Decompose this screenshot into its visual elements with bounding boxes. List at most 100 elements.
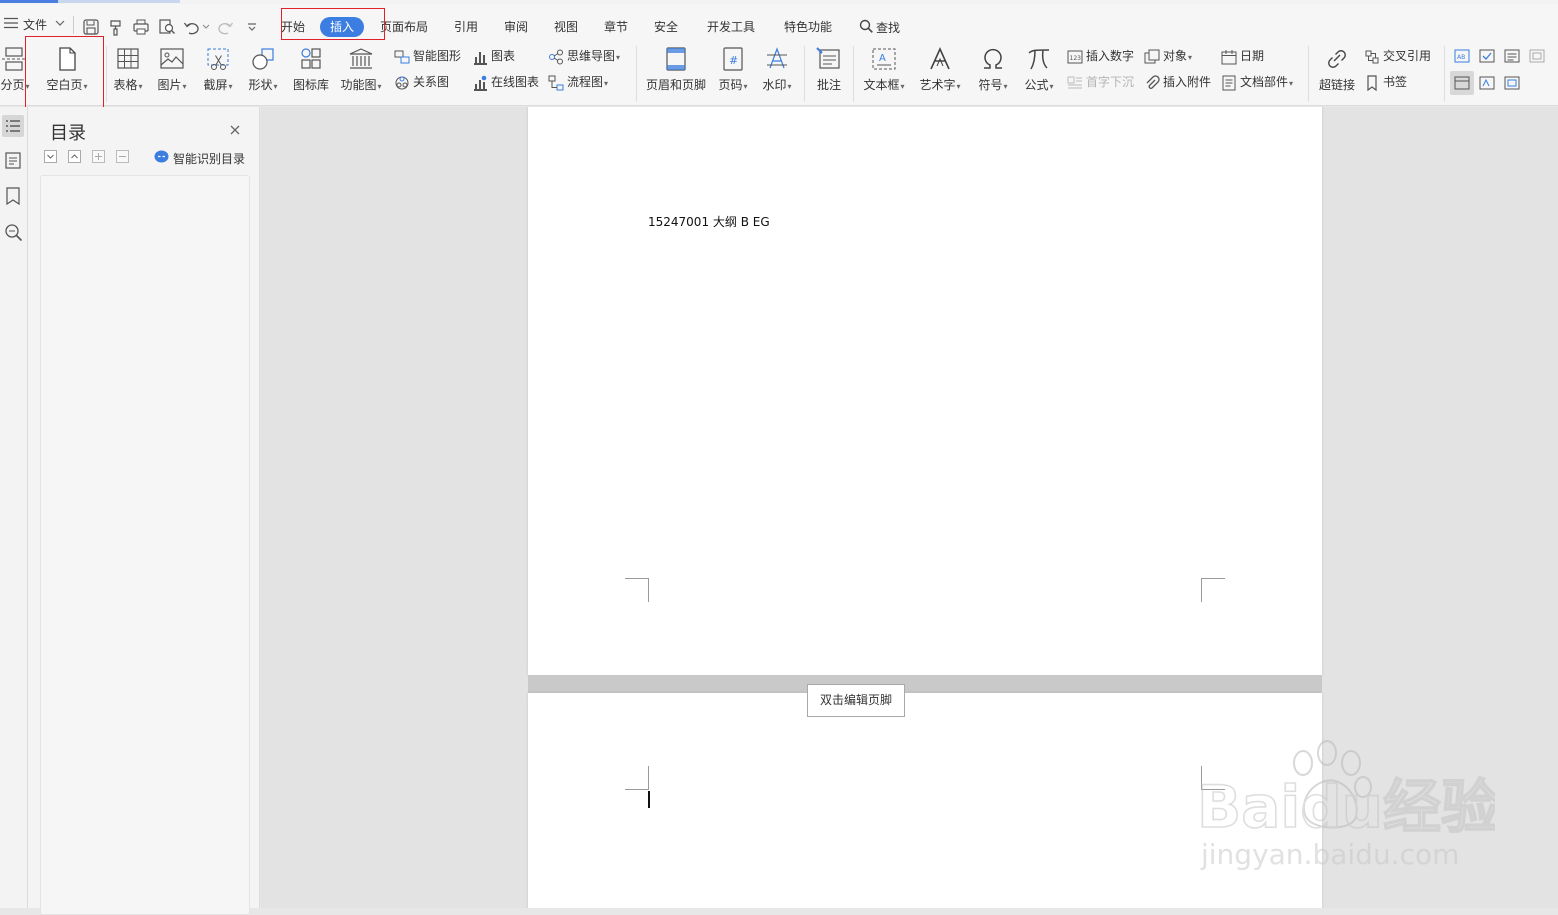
smart-toc-icon xyxy=(154,150,169,163)
watermark-button[interactable]: 水印▾ xyxy=(757,42,797,106)
dropdown-arrow-icon: ▾ xyxy=(182,82,187,91)
icon-library-button[interactable]: 图标库 xyxy=(289,42,333,106)
print-preview-icon[interactable] xyxy=(158,18,176,36)
screenshot-label: 截屏 xyxy=(203,78,228,92)
drop-cap-button[interactable]: 首字下沉 xyxy=(1067,73,1134,91)
function-chart-button[interactable]: 功能图▾ xyxy=(337,42,385,106)
undo-dropdown-icon[interactable] xyxy=(202,24,210,30)
text-direction-icon[interactable]: AB xyxy=(1453,47,1471,65)
tab-references[interactable]: 引用 xyxy=(454,20,478,34)
tab-review[interactable]: 审阅 xyxy=(504,20,528,34)
flowchart-button[interactable]: 流程图▾ xyxy=(548,73,608,91)
redo-icon[interactable] xyxy=(216,18,234,36)
smart-toc-button[interactable]: 智能识别目录 xyxy=(154,149,254,166)
menu-separator xyxy=(73,16,74,34)
word-art-button[interactable]: 艺术字▾ xyxy=(915,42,965,106)
object-icon xyxy=(1144,49,1160,65)
doc-parts-icon xyxy=(1221,75,1237,91)
text-box-button[interactable]: A 文本框▾ xyxy=(860,42,908,106)
menu-bar: 文件 开始 插入 页面布局 引用 审阅 视图 章节 安全 开发工具 特色功能 查… xyxy=(0,4,1558,42)
tab-chapter[interactable]: 章节 xyxy=(604,20,628,34)
toc-panel: 目录 智能识别目录 xyxy=(28,107,260,915)
footer-edit-tooltip[interactable]: 双击编辑页脚 xyxy=(807,684,905,717)
picture-control-icon[interactable] xyxy=(1528,47,1546,65)
undo-icon[interactable] xyxy=(183,18,201,36)
symbol-button[interactable]: 符号▾ xyxy=(973,42,1013,106)
print-icon[interactable] xyxy=(132,18,150,36)
demote-level-icon[interactable] xyxy=(116,150,129,163)
insert-attachment-label: 插入附件 xyxy=(1163,75,1212,89)
list-control-icon[interactable] xyxy=(1503,47,1521,65)
screenshot-button[interactable]: 截屏▾ xyxy=(197,42,239,106)
date-button[interactable]: 日期 xyxy=(1221,47,1264,65)
group-control-icon[interactable] xyxy=(1503,74,1521,92)
picture-button[interactable]: 图片▾ xyxy=(152,42,192,106)
object-button[interactable]: 对象▾ xyxy=(1144,47,1192,65)
document-page-1[interactable]: 15247001 大纲 B EG xyxy=(528,107,1322,675)
bar-chart-icon xyxy=(472,49,488,65)
ribbon-separator xyxy=(1308,46,1309,102)
tab-security[interactable]: 安全 xyxy=(654,20,678,34)
toc-list-area[interactable] xyxy=(40,175,250,915)
watermark-label: 水印 xyxy=(762,78,787,92)
header-footer-button[interactable]: 页眉和页脚 xyxy=(642,42,710,106)
tab-view[interactable]: 视图 xyxy=(554,20,578,34)
doc-parts-button[interactable]: 文档部件▾ xyxy=(1221,73,1293,91)
table-icon xyxy=(114,46,142,72)
document-canvas[interactable]: 15247001 大纲 B EG 双击编辑页脚 xyxy=(261,107,1558,908)
bookmark-panel-icon[interactable] xyxy=(2,185,24,207)
formula-label: 公式 xyxy=(1024,78,1049,92)
save-icon[interactable] xyxy=(82,18,100,36)
smart-shape-button[interactable]: 智能图形 xyxy=(394,47,461,65)
hyperlink-button[interactable]: 超链接 xyxy=(1313,42,1361,106)
relation-chart-label: 关系图 xyxy=(413,75,450,89)
search-label: 查找 xyxy=(876,21,901,35)
checkbox-control-icon[interactable] xyxy=(1478,47,1496,65)
properties-icon[interactable] xyxy=(1478,74,1496,92)
close-icon[interactable] xyxy=(229,124,241,136)
file-menu-label: 文件 xyxy=(23,18,48,32)
shapes-button[interactable]: 形状▾ xyxy=(243,42,283,106)
mind-map-button[interactable]: 思维导图▾ xyxy=(548,47,620,65)
pi-icon xyxy=(1025,46,1053,72)
dropdown-arrow-icon: ▾ xyxy=(377,82,382,91)
watermark-icon xyxy=(763,46,791,72)
search-button[interactable]: 查找 xyxy=(859,16,909,36)
search-icon xyxy=(859,19,873,33)
tab-developer-tools[interactable]: 开发工具 xyxy=(707,20,755,34)
cross-reference-button[interactable]: 交叉引用 xyxy=(1364,47,1431,65)
find-panel-icon[interactable] xyxy=(2,221,24,243)
insert-attachment-button[interactable]: 插入附件 xyxy=(1144,73,1211,91)
chart-button[interactable]: 图表 xyxy=(472,47,515,65)
toc-panel-icon[interactable] xyxy=(2,115,24,137)
relation-chart-button[interactable]: 关系图 xyxy=(394,73,449,91)
insert-number-button[interactable]: 123 插入数字 xyxy=(1067,47,1134,65)
expand-all-icon[interactable] xyxy=(44,150,57,163)
design-mode-toggle[interactable] xyxy=(1450,71,1474,95)
file-menu[interactable]: 文件 xyxy=(2,14,68,34)
text-cursor xyxy=(648,791,650,808)
comment-label: 批注 xyxy=(816,78,841,92)
dropdown-arrow-icon: ▾ xyxy=(900,82,905,91)
tab-special-features[interactable]: 特色功能 xyxy=(784,20,832,34)
relation-chart-icon xyxy=(394,75,410,91)
formula-button[interactable]: 公式▾ xyxy=(1019,42,1059,106)
promote-level-icon[interactable] xyxy=(92,150,105,163)
hyperlink-label: 超链接 xyxy=(1318,78,1355,92)
flowchart-icon xyxy=(548,75,564,91)
collapse-all-icon[interactable] xyxy=(68,150,81,163)
ribbon-separator xyxy=(636,46,637,102)
active-document-tab-indicator xyxy=(0,0,58,3)
page-number-button[interactable]: # 页码▾ xyxy=(713,42,753,106)
document-page-2[interactable] xyxy=(528,693,1322,908)
tab-page-layout[interactable]: 页面布局 xyxy=(380,20,428,34)
chapter-panel-icon[interactable] xyxy=(2,149,24,171)
comment-button[interactable]: 批注 xyxy=(810,42,848,106)
customize-quick-access-icon[interactable] xyxy=(243,18,261,36)
bookmark-button[interactable]: 书签 xyxy=(1364,73,1407,91)
table-button[interactable]: 表格▾ xyxy=(108,42,148,106)
format-painter-icon[interactable] xyxy=(107,18,125,36)
crop-mark-top-left xyxy=(625,766,649,790)
online-chart-button[interactable]: 在线图表 xyxy=(472,73,539,91)
ribbon-separator xyxy=(853,46,854,102)
